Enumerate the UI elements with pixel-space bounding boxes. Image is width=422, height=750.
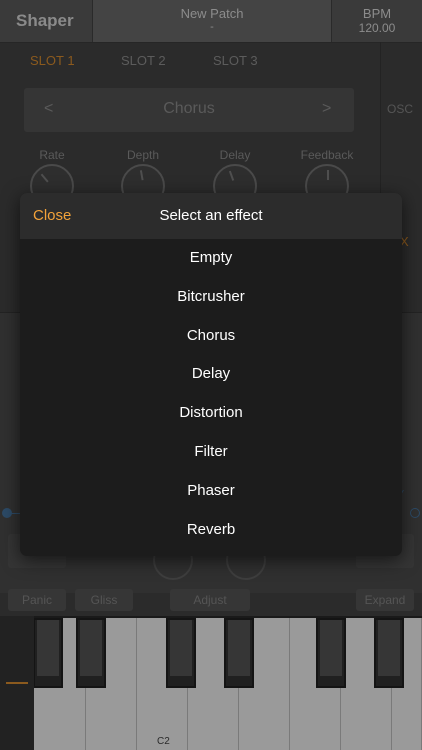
black-key-face xyxy=(37,620,59,676)
dialog-title: Select an effect xyxy=(159,207,263,224)
knob-label-rate: Rate xyxy=(39,148,65,162)
effect-picker-dialog: Close Select an effect Empty Bitcrusher … xyxy=(20,193,402,556)
octave-label: C2 xyxy=(157,736,170,747)
effect-option-bitcrusher[interactable]: Bitcrusher xyxy=(20,278,402,317)
knob-indicator xyxy=(40,173,49,183)
black-key-face xyxy=(320,620,342,676)
dialog-header: Close Select an effect xyxy=(20,193,402,239)
effect-option-filter[interactable]: Filter xyxy=(20,433,402,472)
patch-name: New Patch xyxy=(180,6,244,21)
adjust-button[interactable]: Adjust xyxy=(170,589,250,611)
knob-indicator xyxy=(228,170,235,181)
piano-keyboard[interactable] xyxy=(0,616,422,750)
pitch-bend-indicator xyxy=(6,682,28,684)
black-key-face xyxy=(378,620,400,676)
effect-option-distortion[interactable]: Distortion xyxy=(20,394,402,433)
knob-label-feedback: Feedback xyxy=(300,148,354,162)
panic-button[interactable]: Panic xyxy=(8,589,66,611)
patch-selector[interactable]: New Patch - xyxy=(92,0,332,42)
black-key-face xyxy=(170,620,192,676)
bpm-label: BPM xyxy=(362,6,392,21)
knob-indicator xyxy=(139,170,144,181)
effect-option-delay[interactable]: Delay xyxy=(20,355,402,394)
effect-option-phaser[interactable]: Phaser xyxy=(20,472,402,511)
effect-selector[interactable]: < Chorus > xyxy=(24,88,354,132)
osc-tab[interactable]: OSC xyxy=(387,102,413,116)
envelope-handle[interactable] xyxy=(2,508,12,518)
app-title: Shaper xyxy=(16,11,74,30)
effect-option-empty[interactable]: Empty xyxy=(20,239,402,278)
effect-list: Empty Bitcrusher Chorus Delay Distortion… xyxy=(20,239,402,549)
bpm-control[interactable]: BPM 120.00 xyxy=(332,0,422,42)
expand-button[interactable]: Expand xyxy=(356,589,414,611)
effect-option-reverb[interactable]: Reverb xyxy=(20,511,402,550)
black-key[interactable] xyxy=(166,618,196,688)
gliss-button[interactable]: Gliss xyxy=(75,589,133,611)
knob-label-depth: Depth xyxy=(126,148,160,162)
knob-indicator xyxy=(327,170,329,180)
bpm-value: 120.00 xyxy=(358,21,396,35)
current-effect-name: Chorus xyxy=(163,100,215,117)
black-key[interactable] xyxy=(316,618,346,688)
black-key[interactable] xyxy=(224,618,254,688)
black-key-face xyxy=(80,620,102,676)
black-key[interactable] xyxy=(374,618,404,688)
black-key[interactable] xyxy=(76,618,106,688)
black-key[interactable] xyxy=(33,618,63,688)
next-effect-button[interactable]: > xyxy=(322,100,331,118)
envelope-handle[interactable] xyxy=(410,508,420,518)
tab-slot-2[interactable]: SLOT 2 xyxy=(121,53,166,68)
tab-slot-3[interactable]: SLOT 3 xyxy=(213,53,258,68)
black-key-face xyxy=(228,620,250,676)
knob-label-delay: Delay xyxy=(219,148,251,162)
tab-slot-1[interactable]: SLOT 1 xyxy=(30,53,75,68)
patch-subtitle: - xyxy=(210,21,214,33)
effect-option-chorus[interactable]: Chorus xyxy=(20,317,402,356)
